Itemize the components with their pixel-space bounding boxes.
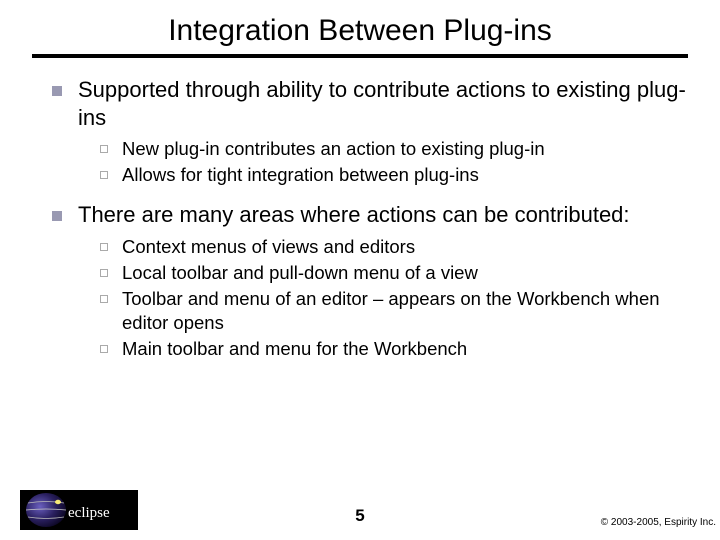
hollow-square-bullet-icon [100,145,108,153]
hollow-square-bullet-icon [100,243,108,251]
bullet-level2: Main toolbar and menu for the Workbench [100,337,690,361]
square-bullet-icon [52,86,62,96]
bullet-level2: New plug-in contributes an action to exi… [100,137,690,161]
bullet-text: Toolbar and menu of an editor – appears … [122,287,690,335]
hollow-square-bullet-icon [100,171,108,179]
bullet-level1: There are many areas where actions can b… [52,201,690,229]
bullet-text: Allows for tight integration between plu… [122,163,479,187]
bullet-level2: Local toolbar and pull-down menu of a vi… [100,261,690,285]
sublist: New plug-in contributes an action to exi… [52,137,690,187]
hollow-square-bullet-icon [100,295,108,303]
bullet-text: There are many areas where actions can b… [78,201,630,229]
hollow-square-bullet-icon [100,345,108,353]
bullet-text: Supported through ability to contribute … [78,76,690,131]
slide: Integration Between Plug-ins Supported t… [0,0,720,540]
sublist: Context menus of views and editors Local… [52,235,690,361]
slide-footer: eclipse 5 © 2003-2005, Espirity Inc. [0,490,720,532]
square-bullet-icon [52,211,62,221]
bullet-text: Context menus of views and editors [122,235,415,259]
bullet-level2: Context menus of views and editors [100,235,690,259]
hollow-square-bullet-icon [100,269,108,277]
bullet-text: New plug-in contributes an action to exi… [122,137,545,161]
bullet-level2: Toolbar and menu of an editor – appears … [100,287,690,335]
bullet-level2: Allows for tight integration between plu… [100,163,690,187]
bullet-text: Main toolbar and menu for the Workbench [122,337,467,361]
bullet-text: Local toolbar and pull-down menu of a vi… [122,261,478,285]
bullet-level1: Supported through ability to contribute … [52,76,690,131]
copyright-text: © 2003-2005, Espirity Inc. [601,517,716,528]
slide-title: Integration Between Plug-ins [0,0,720,54]
slide-content: Supported through ability to contribute … [0,58,720,361]
